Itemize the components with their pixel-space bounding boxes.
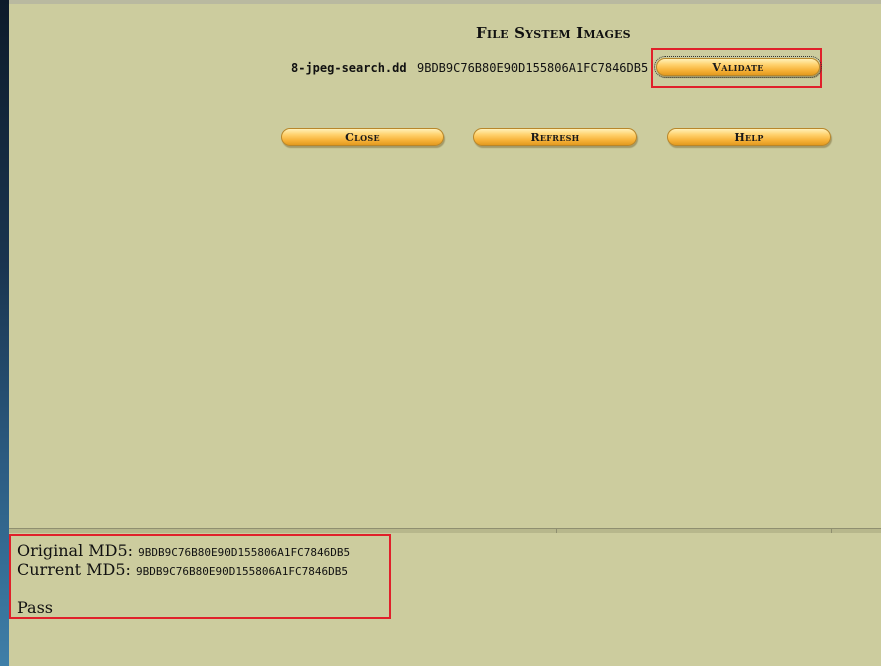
help-button[interactable]: Help <box>667 128 831 146</box>
desktop-edge <box>0 0 9 666</box>
refresh-button[interactable]: Refresh <box>473 128 637 146</box>
image-md5: 9BDB9C76B80E90D155806A1FC7846DB5 <box>417 61 649 75</box>
image-name: 8-jpeg-search.dd <box>291 61 407 75</box>
original-md5-label: Original MD5: <box>17 541 134 560</box>
original-md5-value: 9BDB9C76B80E90D155806A1FC7846DB5 <box>138 546 351 559</box>
page-title: File System Images <box>476 24 631 42</box>
original-md5-line: Original MD5: 9BDB9C76B80E90D155806A1FC7… <box>17 541 350 560</box>
current-md5-value: 9BDB9C76B80E90D155806A1FC7846DB5 <box>136 565 348 578</box>
current-md5-label: Current MD5: <box>17 560 131 579</box>
validation-status: Pass <box>17 598 54 617</box>
current-md5-line: Current MD5: 9BDB9C76B80E90D155806A1FC78… <box>17 560 348 579</box>
close-button[interactable]: Close <box>281 128 444 146</box>
validate-button[interactable]: Validate <box>654 56 822 78</box>
